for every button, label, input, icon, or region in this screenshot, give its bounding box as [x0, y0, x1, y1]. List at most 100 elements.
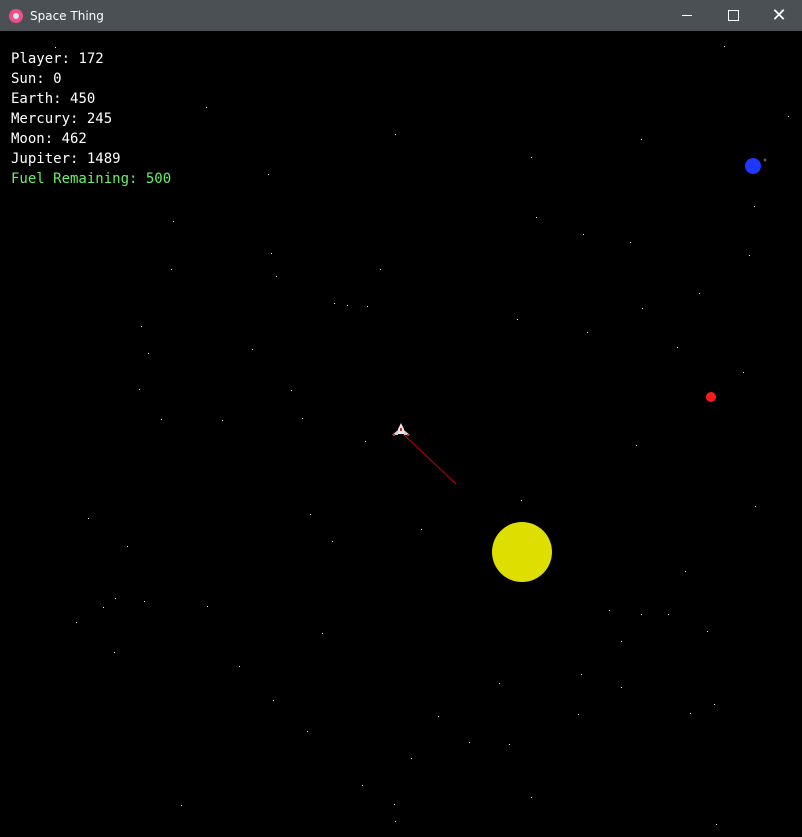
star	[380, 269, 381, 270]
star	[509, 744, 510, 745]
star	[641, 139, 642, 140]
star	[144, 601, 145, 602]
star	[754, 206, 755, 207]
star	[206, 107, 207, 108]
player-ship-icon	[392, 423, 410, 436]
game-canvas[interactable]: Player: 172 Sun: 0 Earth: 450 Mercury: 2…	[1, 31, 801, 836]
hud-jupiter: Jupiter: 1489	[11, 151, 121, 167]
star	[207, 606, 208, 607]
star	[394, 804, 395, 805]
star	[743, 372, 744, 373]
earth	[745, 158, 761, 174]
star	[322, 633, 323, 634]
star	[421, 529, 422, 530]
star	[103, 607, 104, 608]
star	[76, 622, 77, 623]
star	[749, 255, 750, 256]
star	[583, 234, 584, 235]
star	[788, 116, 789, 117]
star	[621, 687, 622, 688]
star	[581, 674, 582, 675]
star	[347, 305, 348, 306]
star	[239, 666, 240, 667]
star	[291, 390, 292, 391]
star	[181, 805, 182, 806]
star	[395, 821, 396, 822]
maximize-icon	[727, 10, 739, 21]
hud-earth: Earth: 450	[11, 91, 96, 107]
title-bar[interactable]: Space Thing ✕	[0, 0, 802, 31]
sun	[492, 522, 552, 582]
star	[755, 506, 756, 507]
star	[334, 303, 335, 304]
star	[139, 389, 140, 390]
star	[115, 598, 116, 599]
close-button[interactable]: ✕	[756, 0, 802, 31]
star	[531, 797, 532, 798]
hud-fuel-remaining: Fuel Remaining: 500	[11, 171, 172, 187]
star	[707, 631, 708, 632]
star	[302, 418, 303, 419]
star	[332, 541, 333, 542]
star	[714, 704, 715, 705]
star	[252, 349, 253, 350]
star	[171, 269, 172, 270]
star	[690, 713, 691, 714]
star	[362, 785, 363, 786]
window-controls: ✕	[664, 0, 802, 31]
star	[699, 293, 700, 294]
maximize-button[interactable]	[710, 0, 756, 31]
star	[621, 641, 622, 642]
star	[716, 824, 717, 825]
star	[148, 353, 149, 354]
star	[276, 276, 277, 277]
hud-mercury: Mercury: 245	[11, 111, 113, 127]
star	[724, 46, 725, 47]
game-window: Space Thing ✕ Player: 172 Sun: 0 Earth: …	[0, 0, 802, 837]
star	[55, 47, 56, 48]
star	[438, 716, 439, 717]
star	[307, 731, 308, 732]
star	[141, 326, 142, 327]
star	[641, 614, 642, 615]
star	[173, 221, 174, 222]
window-title: Space Thing	[30, 8, 104, 23]
star	[521, 500, 522, 501]
star	[268, 174, 269, 175]
star	[273, 700, 274, 701]
star	[668, 614, 669, 615]
star	[630, 242, 631, 243]
close-icon: ✕	[771, 4, 787, 26]
star	[411, 758, 412, 759]
velocity-vector	[399, 430, 457, 485]
star	[271, 253, 272, 254]
star	[395, 134, 396, 135]
hud-player: Player: 172	[11, 51, 104, 67]
hud-panel: Player: 172 Sun: 0 Earth: 450 Mercury: 2…	[11, 49, 171, 189]
star	[222, 420, 223, 421]
star	[365, 441, 366, 442]
hud-moon: Moon: 462	[11, 131, 87, 147]
star	[469, 742, 470, 743]
star	[114, 652, 115, 653]
star	[310, 514, 311, 515]
minimize-button[interactable]	[664, 0, 710, 31]
moon	[763, 158, 767, 162]
star	[677, 347, 678, 348]
mercury	[706, 392, 716, 402]
star	[685, 571, 686, 572]
star	[578, 714, 579, 715]
minimize-icon	[682, 15, 692, 16]
star	[536, 217, 537, 218]
app-icon	[9, 8, 23, 23]
star	[367, 306, 368, 307]
hud-sun: Sun: 0	[11, 71, 62, 87]
star	[88, 518, 89, 519]
star	[161, 419, 162, 420]
star	[531, 157, 532, 158]
star	[517, 319, 518, 320]
star	[127, 546, 128, 547]
star	[587, 332, 588, 333]
star	[636, 445, 637, 446]
star	[642, 308, 643, 309]
